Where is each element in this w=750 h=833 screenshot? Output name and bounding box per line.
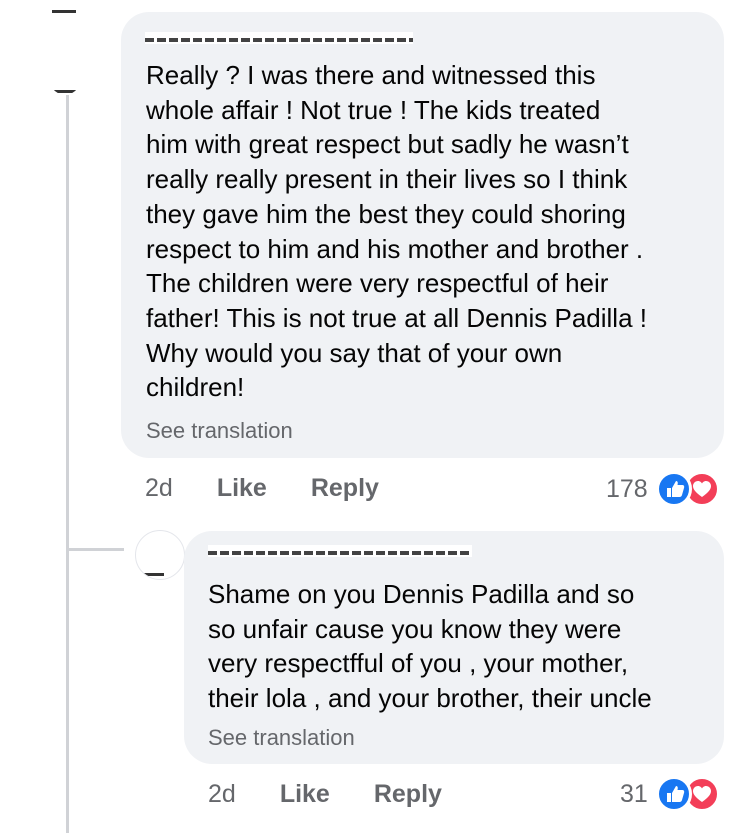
reply-actions: 2d Like Reply: [208, 778, 442, 810]
reaction-summary[interactable]: 178: [606, 471, 720, 507]
reaction-summary[interactable]: 31: [620, 776, 720, 812]
redaction-scribble: [208, 551, 472, 555]
reply-button[interactable]: Reply: [374, 780, 442, 809]
like-button[interactable]: Like: [280, 780, 330, 809]
reply-bubble: Ica Manalo Sebastian Shame on you Dennis…: [184, 531, 724, 764]
redaction-scribble: [145, 38, 413, 42]
reaction-count: 178: [606, 474, 648, 503]
comment-timestamp[interactable]: 2d: [145, 474, 173, 503]
avatar[interactable]: [135, 530, 185, 580]
see-translation-link[interactable]: See translation: [146, 418, 293, 444]
reaction-count: 31: [620, 779, 648, 808]
reply-button[interactable]: Reply: [311, 474, 379, 503]
author-name-redacted[interactable]: Ica Manalo Sebastian: [208, 545, 472, 557]
author-name-redacted[interactable]: Ica Manalo Sebastian: [145, 32, 413, 44]
comment-actions: 2d Like Reply: [145, 472, 379, 504]
like-icon: [655, 471, 692, 507]
comment-bubble: Ica Manalo Sebastian Really ? I was ther…: [121, 12, 724, 458]
see-translation-link[interactable]: See translation: [208, 725, 355, 751]
comment-timestamp[interactable]: 2d: [208, 780, 236, 809]
thread-line-vertical: [66, 95, 69, 833]
like-icon: [655, 776, 692, 812]
like-button[interactable]: Like: [217, 474, 267, 503]
comment-text: Really ? I was there and witnessed this …: [146, 60, 647, 403]
avatar[interactable]: [40, 0, 90, 95]
thread-line-branch: [66, 548, 124, 551]
comment-text: Shame on you Dennis Padilla and so so un…: [208, 579, 652, 714]
